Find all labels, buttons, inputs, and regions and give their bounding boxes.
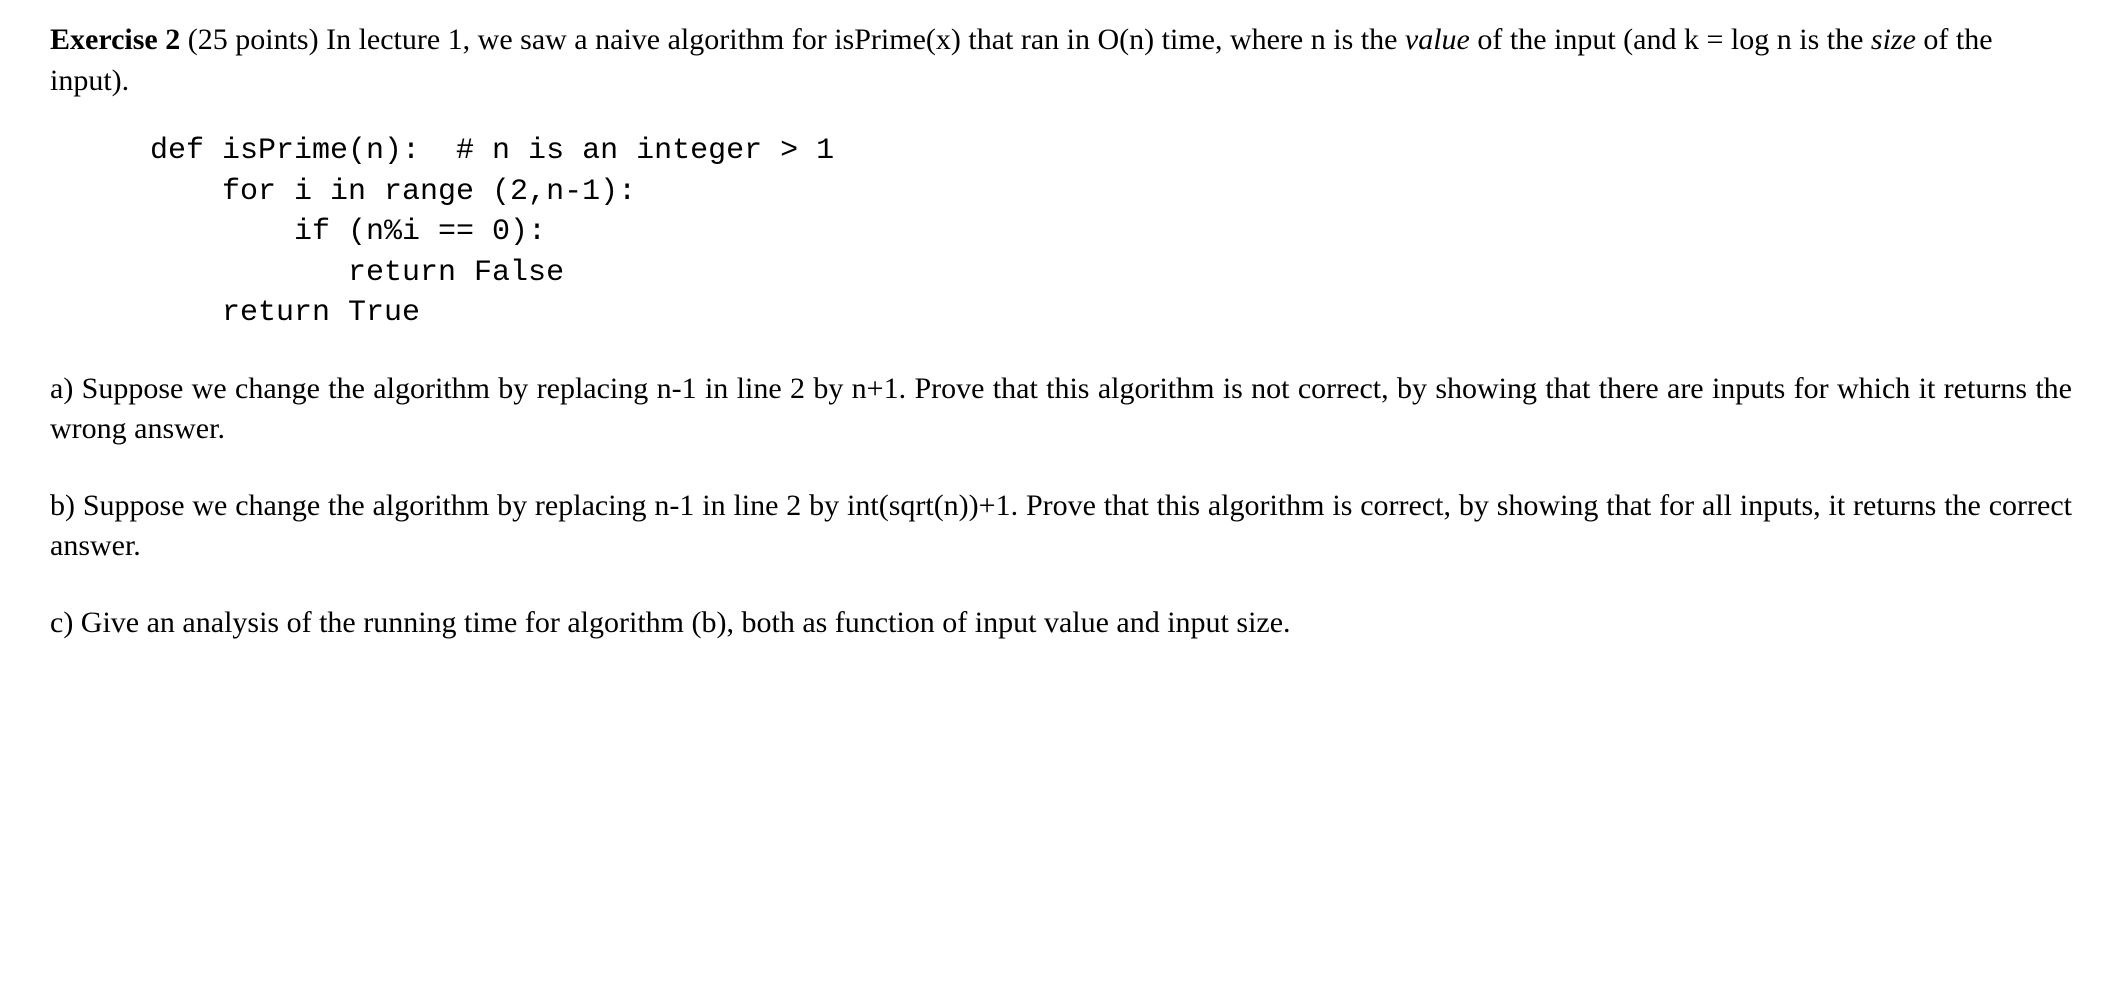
code-line-5: return True	[150, 296, 420, 330]
exercise-title: Exercise 2	[50, 23, 180, 56]
code-line-4: return False	[150, 256, 564, 290]
part-c-text: c) Give an analysis of the running time …	[50, 603, 2072, 644]
part-b-text: b) Suppose we change the algorithm by re…	[50, 486, 2072, 567]
exercise-intro: Exercise 2 (25 points) In lecture 1, we …	[50, 20, 2072, 101]
code-line-3: if (n%i == 0):	[150, 215, 546, 249]
part-a-text: a) Suppose we change the algorithm by re…	[50, 369, 2072, 450]
intro-text-2: of the input (and k = log n is the	[1470, 23, 1871, 56]
size-italic: size	[1871, 23, 1916, 56]
code-block: def isPrime(n): # n is an integer > 1 fo…	[150, 131, 2072, 334]
code-line-2: for i in range (2,n-1):	[150, 175, 636, 209]
code-line-1: def isPrime(n): # n is an integer > 1	[150, 134, 834, 168]
exercise-points: (25 points)	[180, 23, 326, 56]
intro-text-1: In lecture 1, we saw a naive algorithm f…	[326, 23, 1405, 56]
value-italic: value	[1405, 23, 1470, 56]
